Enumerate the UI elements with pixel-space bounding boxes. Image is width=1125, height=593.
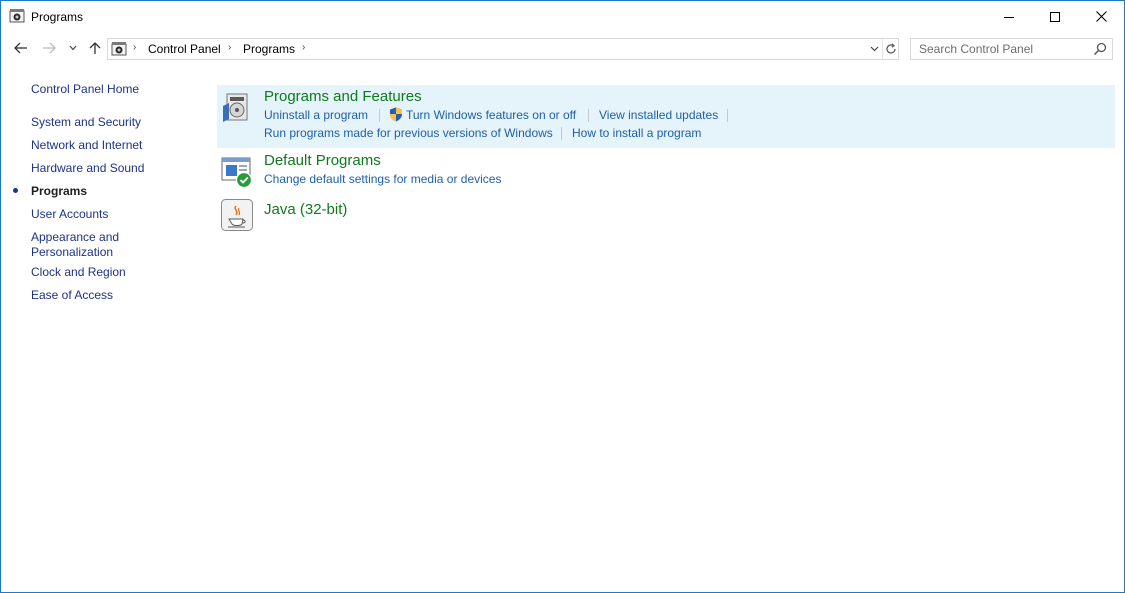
sidebar-item-clock-and-region[interactable]: Clock and Region bbox=[31, 265, 126, 280]
sidebar-item-ease-of-access[interactable]: Ease of Access bbox=[31, 288, 113, 303]
maximize-icon bbox=[1050, 11, 1060, 22]
default-programs-link[interactable]: Default Programs bbox=[264, 152, 381, 169]
category-java[interactable]: Java (32-bit) bbox=[217, 195, 1115, 235]
minimize-icon bbox=[1004, 16, 1014, 18]
how-to-install-program-link[interactable]: How to install a program bbox=[572, 126, 701, 140]
programs-features-icon[interactable] bbox=[220, 90, 254, 124]
change-default-settings-link[interactable]: Change default settings for media or dev… bbox=[264, 172, 501, 186]
sidebar-item-programs: Programs bbox=[31, 184, 88, 198]
windows-features-link[interactable]: Turn Windows features on or off bbox=[406, 108, 576, 122]
sidebar-item-appearance-line2[interactable]: Personalization bbox=[31, 245, 113, 260]
java-link[interactable]: Java (32-bit) bbox=[264, 201, 347, 218]
link-separator bbox=[588, 109, 589, 122]
chevron-down-icon bbox=[870, 46, 878, 52]
sidebar-item-user-accounts[interactable]: User Accounts bbox=[31, 207, 108, 222]
link-separator bbox=[379, 109, 380, 122]
sidebar-item-appearance-line1[interactable]: Appearance and bbox=[31, 230, 119, 245]
shield-icon bbox=[389, 107, 403, 122]
breadcrumb-separator[interactable]: › bbox=[228, 42, 231, 53]
control-panel-icon bbox=[9, 8, 25, 24]
link-separator bbox=[561, 127, 562, 140]
current-page-bullet bbox=[13, 188, 18, 193]
recent-locations-button[interactable] bbox=[65, 38, 81, 58]
refresh-button[interactable] bbox=[882, 39, 899, 59]
category-programs-and-features[interactable]: Programs and Features Uninstall a progra… bbox=[217, 85, 1115, 148]
sidebar-item-system-and-security[interactable]: System and Security bbox=[31, 115, 141, 130]
maximize-button[interactable] bbox=[1032, 1, 1078, 32]
control-panel-icon bbox=[111, 41, 127, 57]
breadcrumb-programs[interactable]: Programs bbox=[243, 42, 295, 56]
sidebar-item-network-and-internet[interactable]: Network and Internet bbox=[31, 138, 142, 153]
arrow-up-icon bbox=[89, 42, 101, 54]
refresh-icon bbox=[886, 43, 896, 54]
address-history-button[interactable] bbox=[866, 39, 882, 59]
programs-window: Programs › Control Panel › Programs › Se… bbox=[0, 0, 1125, 593]
left-navigation-pane: Control Panel Home System and Security N… bbox=[1, 65, 211, 585]
search-icon[interactable] bbox=[1093, 42, 1107, 56]
up-button[interactable] bbox=[85, 38, 105, 58]
breadcrumb-separator[interactable]: › bbox=[302, 42, 305, 53]
chevron-down-icon bbox=[69, 45, 77, 51]
sidebar-item-hardware-and-sound[interactable]: Hardware and Sound bbox=[31, 161, 144, 176]
sidebar-item-control-panel-home[interactable]: Control Panel Home bbox=[31, 82, 139, 97]
java-icon[interactable] bbox=[220, 198, 254, 232]
search-box[interactable] bbox=[910, 38, 1113, 60]
arrow-left-icon bbox=[14, 42, 27, 54]
window-title: Programs bbox=[31, 10, 84, 24]
view-installed-updates-link[interactable]: View installed updates bbox=[599, 108, 718, 122]
main-content: Programs and Features Uninstall a progra… bbox=[217, 85, 1115, 585]
address-bar[interactable]: › Control Panel › Programs › bbox=[107, 38, 899, 60]
close-icon bbox=[1095, 11, 1107, 22]
navigation-bar: › Control Panel › Programs › bbox=[1, 32, 1124, 65]
forward-button[interactable] bbox=[39, 38, 59, 58]
uninstall-program-link[interactable]: Uninstall a program bbox=[264, 108, 368, 122]
default-programs-icon[interactable] bbox=[220, 154, 254, 189]
title-bar[interactable]: Programs bbox=[1, 1, 1124, 32]
breadcrumb-control-panel[interactable]: Control Panel bbox=[148, 42, 221, 56]
minimize-button[interactable] bbox=[986, 1, 1032, 32]
programs-and-features-link[interactable]: Programs and Features bbox=[264, 88, 422, 105]
close-button[interactable] bbox=[1078, 1, 1124, 32]
back-button[interactable] bbox=[11, 38, 31, 58]
search-input[interactable] bbox=[911, 39, 1089, 59]
compatibility-troubleshooter-link[interactable]: Run programs made for previous versions … bbox=[264, 126, 553, 140]
link-separator bbox=[727, 109, 728, 122]
breadcrumb-separator[interactable]: › bbox=[133, 42, 136, 53]
arrow-right-icon bbox=[43, 42, 56, 54]
category-default-programs[interactable]: Default Programs Change default settings… bbox=[217, 150, 1115, 190]
